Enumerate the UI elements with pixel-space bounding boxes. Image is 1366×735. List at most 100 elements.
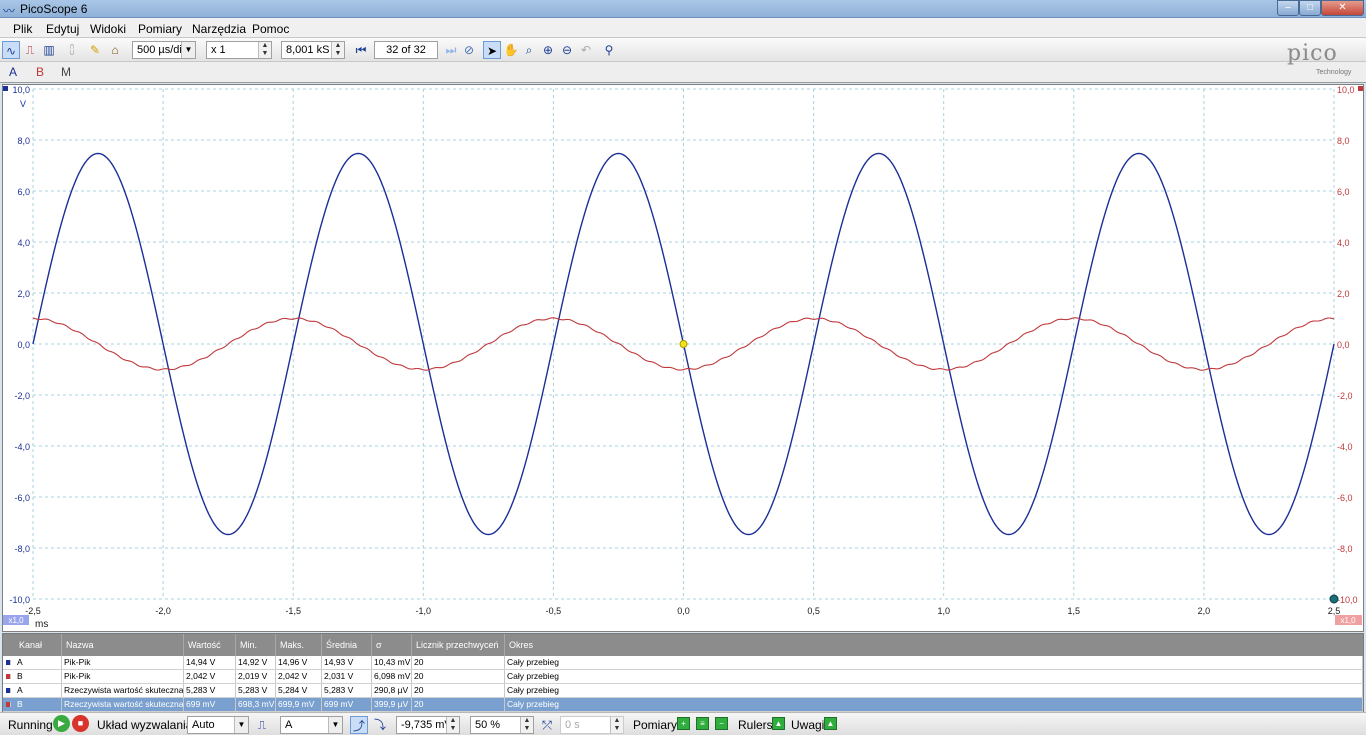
menu-pomiary[interactable]: Pomiary	[138, 22, 182, 36]
zoom-stepper[interactable]: x 1 ▲ ▼	[206, 41, 272, 59]
math-channel-button[interactable]: M	[57, 63, 75, 81]
rising-edge-icon[interactable]: ⤴	[350, 716, 368, 734]
delay-stepper[interactable]: 0 s ▲ ▼	[560, 716, 624, 734]
zoom-out-icon[interactable]: ⊖	[558, 41, 576, 59]
menu-plik[interactable]: Plik	[13, 22, 32, 36]
table-cell-max: 699,9 mV	[276, 698, 322, 711]
y-right-tick-label: -2,0	[1337, 391, 1353, 401]
home-icon[interactable]: ⌂	[106, 41, 124, 59]
channel-color-marker	[6, 660, 11, 665]
zoom-tool-icon[interactable]: ⌕	[520, 41, 538, 59]
compass-icon[interactable]: ⊘	[460, 41, 478, 59]
pico-logo: pico Technology	[1283, 41, 1363, 81]
x-axis-label: ms	[35, 619, 48, 630]
spectrum-view-icon[interactable]: ▥	[40, 41, 58, 59]
col-header-count[interactable]: Licznik przechwyceń	[412, 634, 505, 656]
zoom-value: x 1	[211, 44, 226, 56]
trigger-mode-select[interactable]: Auto ▼	[187, 716, 249, 734]
x-tick-label: -1,5	[285, 606, 301, 616]
math-label: M	[61, 65, 71, 79]
channel-a-label: A	[8, 65, 17, 79]
undo-zoom-icon[interactable]: ↶	[577, 41, 595, 59]
ruler-handle-icon[interactable]	[1329, 594, 1339, 604]
select-tool-icon[interactable]: ➤	[483, 41, 501, 59]
x-tick-label: -2,5	[25, 606, 41, 616]
first-buffer-icon[interactable]: ⏮	[352, 41, 370, 59]
pretrigger-stepper[interactable]: 50 % ▲ ▼	[470, 716, 534, 734]
trigger-marker-icon[interactable]	[679, 340, 688, 348]
measurements-table[interactable]: Kanał Nazwa Wartość Min. Maks. Średnia σ…	[2, 633, 1364, 712]
rulers-icon[interactable]: ▲	[772, 717, 785, 730]
next-buffer-icon[interactable]: ⏭	[442, 41, 460, 59]
probe-wizard-icon[interactable]: ✎	[86, 41, 104, 59]
col-header-channel[interactable]: Kanał	[15, 634, 62, 656]
table-row[interactable]: B Rzeczywista wartość skuteczna 699 mV 698,…	[3, 698, 1363, 712]
menu-widoki[interactable]: Widoki	[90, 22, 126, 36]
col-header-value[interactable]: Wartość	[184, 634, 236, 656]
buffer-value: 32 of 32	[386, 44, 426, 56]
x-tick-label: -2,0	[155, 606, 171, 616]
channel-color-marker	[6, 674, 11, 679]
spin-icon: ▲ ▼	[258, 42, 271, 58]
menu-edytuj[interactable]: Edytuj	[46, 22, 79, 36]
col-header-avg[interactable]: Średnia	[322, 634, 372, 656]
y-right-tick-label: 4,0	[1337, 238, 1350, 248]
col-header-name[interactable]: Nazwa	[62, 634, 184, 656]
table-cell-sigma: 6,098 mV	[374, 670, 412, 683]
hand-tool-icon[interactable]: ✋	[502, 41, 520, 59]
table-row[interactable]: B Pik-Pik 2,042 V 2,019 V 2,042 V 2,031 V 6,09…	[3, 670, 1363, 684]
add-measurement-icon[interactable]: +	[677, 717, 690, 730]
zoom-fit-icon[interactable]: ⚲	[600, 41, 618, 59]
table-cell-avg: 699 mV	[322, 698, 372, 711]
col-header-min[interactable]: Min.	[236, 634, 276, 656]
table-row[interactable]: A Rzeczywista wartość skuteczna 5,283 V 5,2…	[3, 684, 1363, 698]
chevron-down-icon: ▼	[328, 717, 342, 733]
x-tick-label: -0,5	[546, 606, 562, 616]
table-cell-max: 2,042 V	[276, 670, 322, 683]
menu-pomoc[interactable]: Pomoc	[252, 22, 289, 36]
trigger-channel-select[interactable]: A ▼	[280, 716, 343, 734]
y-left-tick-label: 2,0	[17, 289, 30, 299]
table-row[interactable]: A Pik-Pik 14,94 V 14,92 V 14,96 V 14,93 V 10,4…	[3, 656, 1363, 670]
col-header-sigma[interactable]: σ	[372, 634, 412, 656]
close-button[interactable]: ✕	[1321, 0, 1364, 16]
logo-subtext: Technology	[1316, 69, 1352, 76]
xy-view-icon[interactable]: ⩇	[63, 41, 81, 59]
start-icon[interactable]: ▶	[53, 715, 70, 732]
persistence-view-icon[interactable]: ⎍	[21, 41, 39, 59]
y-unit-label: V	[20, 99, 26, 109]
spin-icon: ▲ ▼	[520, 717, 533, 733]
trigger-type-icon[interactable]: ⎍	[253, 716, 271, 734]
trigger-delay-icon[interactable]: ⤱	[538, 716, 556, 734]
table-cell-ch: B	[15, 670, 62, 683]
table-cell-name: Pik-Pik	[62, 670, 184, 683]
maximize-button[interactable]: □	[1299, 0, 1321, 16]
table-cell-min: 14,92 V	[236, 656, 276, 669]
edit-measurement-icon[interactable]: ≡	[696, 717, 709, 730]
col-header-max[interactable]: Maks.	[276, 634, 322, 656]
scope-plot[interactable]: -2,5 -2,0 -1,5 -1,0 -0,5 0,0 0,5 1,0 1,5 2,0 2,5 10…	[3, 85, 1363, 631]
channel-a-button[interactable]: A	[4, 63, 22, 81]
channel-b-button[interactable]: B	[31, 63, 49, 81]
samples-stepper[interactable]: 8,001 kS ▲ ▼	[281, 41, 345, 59]
timebase-select[interactable]: 500 µs/div ▼	[132, 41, 196, 59]
buffer-navigator[interactable]: 32 of 32	[374, 41, 438, 59]
scope-view[interactable]: -2,5 -2,0 -1,5 -1,0 -0,5 0,0 0,5 1,0 1,5 2,0 2,5 10…	[2, 84, 1364, 632]
table-cell-value: 2,042 V	[184, 670, 236, 683]
menu-bar: Plik Edytuj Widoki Pomiary Narzędzia Pom…	[0, 18, 1366, 38]
delete-measurement-icon[interactable]: −	[715, 717, 728, 730]
y-right-tick-label: 0,0	[1337, 340, 1350, 350]
minimize-button[interactable]: –	[1277, 0, 1299, 16]
zoom-in-icon[interactable]: ⊕	[539, 41, 557, 59]
spin-icon: ▲ ▼	[610, 717, 623, 733]
falling-edge-icon[interactable]: ⤵	[371, 716, 389, 734]
menu-narzedzia[interactable]: Narzędzia	[192, 22, 246, 36]
y-left-tick-label: -6,0	[14, 493, 30, 503]
notes-icon[interactable]: ▲	[824, 717, 837, 730]
stop-icon[interactable]: ■	[72, 715, 89, 732]
threshold-stepper[interactable]: -9,735 mV ▲ ▼	[396, 716, 460, 734]
scope-view-icon[interactable]: ∿	[2, 41, 20, 59]
table-cell-sigma: 399,9 µV	[372, 698, 412, 711]
col-header-period[interactable]: Okres	[505, 634, 1363, 656]
table-cell-count: 20	[412, 656, 505, 669]
